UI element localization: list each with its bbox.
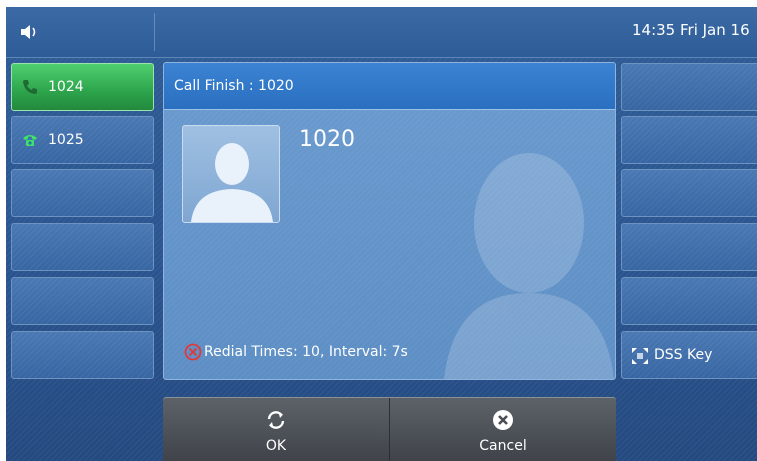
line-key-1024[interactable]: 1024 bbox=[11, 63, 154, 111]
panel-header: Call Finish : 1020 bbox=[164, 63, 615, 110]
dss-key-3[interactable] bbox=[621, 169, 757, 217]
dss-key-4[interactable] bbox=[621, 223, 757, 271]
line-key-label: 1025 bbox=[48, 132, 84, 148]
line-key-1025[interactable]: 1025 bbox=[11, 116, 154, 164]
call-finish-panel: Call Finish : 1020 1020 Redial Times: 10… bbox=[163, 62, 616, 380]
line-key-label: 1024 bbox=[48, 79, 84, 95]
ok-button[interactable]: OK bbox=[163, 398, 390, 461]
dss-key-label: DSS Key bbox=[654, 347, 713, 363]
dss-key-2[interactable] bbox=[621, 116, 757, 164]
dss-key-5[interactable] bbox=[621, 277, 757, 325]
person-silhouette-icon bbox=[191, 143, 273, 222]
phone-screen: 14:35 Fri Jan 16 1024 1025 DSS Key Call … bbox=[6, 7, 757, 461]
line-key-5[interactable] bbox=[11, 277, 154, 325]
cancel-label: Cancel bbox=[479, 438, 527, 454]
dss-key-1[interactable] bbox=[621, 63, 757, 111]
refresh-icon bbox=[267, 411, 285, 429]
softkey-bar: OK Cancel bbox=[163, 397, 616, 461]
dss-key-icon bbox=[632, 348, 648, 364]
panel-title: Call Finish : 1020 bbox=[174, 78, 294, 94]
date-time: 14:35 Fri Jan 16 bbox=[632, 21, 750, 39]
status-bar: 14:35 Fri Jan 16 bbox=[6, 7, 757, 58]
redial-failed-icon bbox=[184, 343, 202, 361]
line-key-4[interactable] bbox=[11, 223, 154, 271]
ok-label: OK bbox=[265, 438, 287, 454]
dss-key-page-button[interactable]: DSS Key bbox=[621, 331, 757, 379]
phone-handset-icon bbox=[23, 80, 37, 94]
close-icon bbox=[493, 410, 513, 430]
contact-watermark-icon bbox=[444, 153, 614, 379]
redial-status-text: Redial Times: 10, Interval: 7s bbox=[204, 344, 408, 360]
line-key-3[interactable] bbox=[11, 169, 154, 217]
speaker-icon[interactable] bbox=[19, 23, 39, 41]
caller-avatar bbox=[182, 125, 280, 223]
line-key-6[interactable] bbox=[11, 331, 154, 379]
phone-registered-icon bbox=[23, 135, 37, 146]
cancel-button[interactable]: Cancel bbox=[390, 398, 616, 461]
status-bar-divider bbox=[154, 13, 155, 51]
caller-number: 1020 bbox=[299, 127, 355, 152]
